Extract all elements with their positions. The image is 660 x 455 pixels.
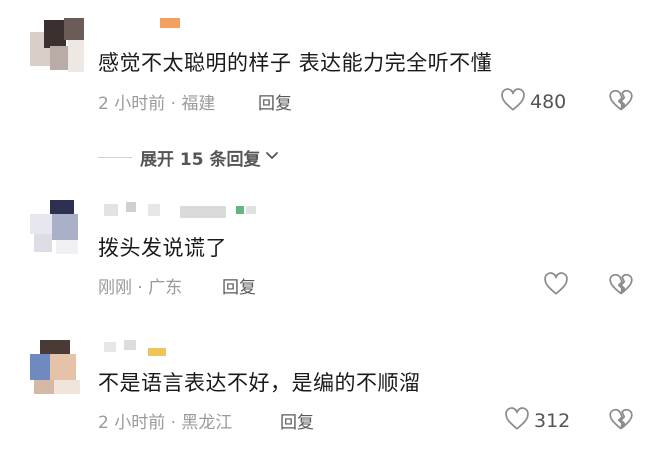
- comment-meta: 2 小时前 · 福建: [98, 94, 216, 114]
- like-button[interactable]: 312: [504, 407, 570, 435]
- avatar[interactable]: [30, 18, 84, 74]
- comment-text: 拨头发说谎了: [98, 236, 227, 260]
- dislike-button[interactable]: [608, 407, 634, 435]
- comment-meta: 2 小时前 · 黑龙江: [98, 413, 233, 433]
- comment-text: 不是语言表达不好，是编的不顺溜: [98, 371, 421, 395]
- expand-replies-button[interactable]: 展开 15 条回复: [98, 145, 280, 170]
- heart-outline-icon: [504, 407, 530, 435]
- comment-text: 感觉不太聪明的样子 表达能力完全听不懂: [98, 51, 493, 75]
- username-redacted: [104, 202, 264, 218]
- reply-button[interactable]: 回复: [222, 273, 256, 298]
- chevron-down-icon: [261, 148, 280, 168]
- broken-heart-icon: [608, 273, 634, 300]
- dislike-button[interactable]: [608, 272, 634, 300]
- username-redacted: [104, 340, 184, 358]
- like-count: 480: [530, 91, 567, 113]
- avatar[interactable]: [30, 200, 84, 256]
- comment-meta: 刚刚 · 广东: [98, 278, 183, 298]
- username-redacted: [160, 18, 180, 34]
- like-count: 312: [534, 410, 571, 432]
- broken-heart-icon: [608, 89, 634, 116]
- expand-replies-label: 展开 15 条回复: [140, 150, 261, 170]
- reply-button[interactable]: 回复: [280, 408, 314, 433]
- broken-heart-icon: [608, 408, 634, 435]
- divider: [98, 157, 132, 158]
- like-button[interactable]: 480: [500, 88, 566, 116]
- like-button[interactable]: [543, 272, 573, 300]
- heart-outline-icon: [500, 88, 526, 116]
- heart-outline-icon: [543, 272, 569, 300]
- reply-button[interactable]: 回复: [258, 89, 292, 114]
- avatar[interactable]: [30, 340, 84, 396]
- dislike-button[interactable]: [608, 88, 634, 116]
